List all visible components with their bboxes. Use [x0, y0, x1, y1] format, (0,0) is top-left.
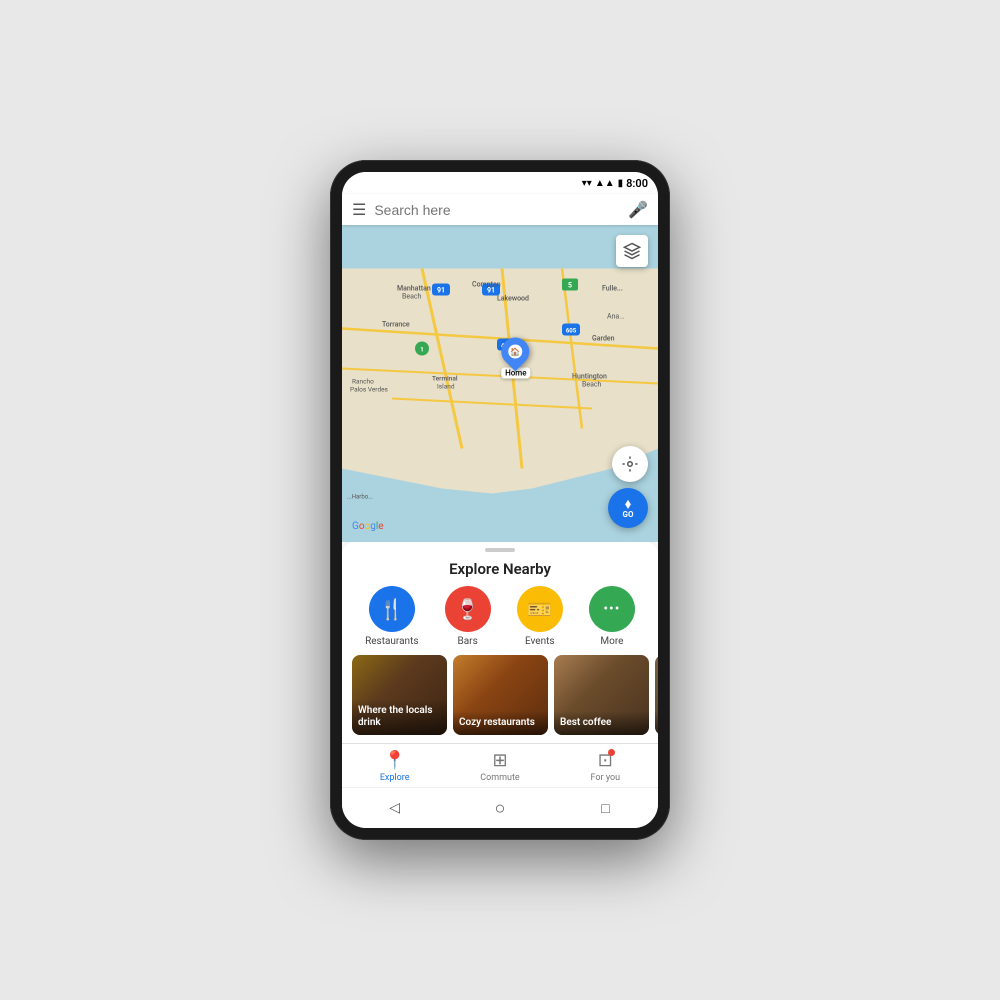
events-icon: 🎫 [517, 586, 563, 632]
svg-text:Compton: Compton [472, 281, 501, 289]
category-restaurants[interactable]: 🍴 Restaurants [365, 586, 418, 647]
card-label-coffee: Best coffee [560, 717, 643, 729]
svg-text:91: 91 [437, 287, 445, 295]
nav-commute[interactable]: ⊞ Commute [447, 750, 552, 783]
category-more[interactable]: ••• More [589, 586, 635, 647]
phone-device: ▾▾ ▲▲ ▮ 8:00 ☰ 🎤 [330, 160, 670, 840]
svg-text:Beach: Beach [582, 381, 602, 389]
bottom-nav: 📍 Explore ⊞ Commute ⊡ For you [342, 743, 658, 787]
svg-text:Ana...: Ana... [607, 313, 625, 321]
restaurants-label: Restaurants [365, 636, 418, 647]
hamburger-icon[interactable]: ☰ [352, 200, 366, 219]
commute-nav-icon: ⊞ [492, 750, 507, 771]
more-label: More [600, 636, 623, 647]
card-overlay-coffee: Best coffee [554, 711, 649, 735]
category-bars[interactable]: 🍷 Bars [445, 586, 491, 647]
go-button[interactable]: ⬧ GO [608, 488, 648, 528]
bars-label: Bars [458, 636, 478, 647]
svg-text:Garden: Garden [592, 335, 615, 343]
google-logo: Google [352, 521, 384, 532]
search-bar[interactable]: ☰ 🎤 [342, 194, 658, 225]
signal-icon: ▲▲ [595, 178, 615, 189]
svg-text:605: 605 [566, 328, 577, 335]
card-cozy-restaurants[interactable]: Cozy restaurants [453, 655, 548, 735]
explore-nearby-title: Explore Nearby [342, 556, 658, 586]
more-icon: ••• [589, 586, 635, 632]
svg-text:Rancho: Rancho [352, 378, 374, 386]
go-label: GO [623, 511, 634, 519]
home-pin: 🏠 Home [501, 338, 530, 379]
svg-text:Lakewood: Lakewood [497, 295, 529, 303]
card-best-coffee[interactable]: Best coffee [554, 655, 649, 735]
svg-text:1: 1 [420, 347, 423, 354]
my-location-button[interactable] [612, 446, 648, 482]
svg-text:Manhattan: Manhattan [397, 285, 431, 293]
recents-icon: □ [601, 800, 609, 817]
status-bar: ▾▾ ▲▲ ▮ 8:00 [342, 172, 658, 194]
back-button[interactable]: ◁ [381, 794, 409, 822]
status-time: 8:00 [626, 177, 648, 190]
svg-text:Island: Island [437, 383, 455, 391]
place-cards-row: Where the locals drink Cozy restaurants … [342, 655, 658, 743]
map-area[interactable]: 91 91 5 405 605 1 Manhattan Beach Compto… [342, 225, 658, 542]
bottom-panel: Explore Nearby 🍴 Restaurants 🍷 Bars 🎫 Ev… [342, 542, 658, 787]
for-you-nav-label: For you [591, 773, 621, 783]
home-icon: ○ [495, 798, 506, 819]
battery-icon: ▮ [618, 178, 624, 189]
restaurants-icon: 🍴 [369, 586, 415, 632]
nav-explore[interactable]: 📍 Explore [342, 750, 447, 783]
map-svg: 91 91 5 405 605 1 Manhattan Beach Compto… [342, 225, 658, 542]
for-you-badge-container: ⊡ [598, 750, 613, 771]
card-label-cozy: Cozy restaurants [459, 717, 542, 729]
mic-icon[interactable]: 🎤 [628, 200, 648, 219]
card-overlay: Where the locals drink [352, 699, 447, 735]
search-input[interactable] [374, 202, 620, 218]
events-label: Events [525, 636, 555, 647]
map-layers-button[interactable] [616, 235, 648, 267]
card-overlay-outdoor: Ou... [655, 711, 658, 735]
nav-for-you[interactable]: ⊡ For you [553, 750, 658, 783]
card-outdoor[interactable]: Ou... [655, 655, 658, 735]
bars-icon: 🍷 [445, 586, 491, 632]
card-overlay-cozy: Cozy restaurants [453, 711, 548, 735]
commute-nav-label: Commute [480, 773, 519, 783]
location-icon [621, 455, 639, 473]
svg-text:Palos Verdes: Palos Verdes [350, 386, 389, 394]
svg-text:5: 5 [568, 282, 572, 290]
recents-button[interactable]: □ [591, 794, 619, 822]
category-events[interactable]: 🎫 Events [517, 586, 563, 647]
drag-handle [485, 548, 515, 552]
svg-text:Fulle...: Fulle... [602, 285, 623, 293]
svg-text:Terminal: Terminal [432, 375, 458, 383]
back-icon: ◁ [389, 800, 400, 816]
layers-icon [623, 242, 641, 260]
wifi-icon: ▾▾ [582, 178, 592, 189]
home-pin-circle: 🏠 [495, 332, 535, 372]
card-locals-drink[interactable]: Where the locals drink [352, 655, 447, 735]
svg-text:Beach: Beach [402, 293, 422, 301]
svg-text:Torrance: Torrance [382, 321, 410, 329]
card-label-locals: Where the locals drink [358, 705, 441, 729]
svg-text:Huntington: Huntington [572, 373, 607, 381]
phone-screen: ▾▾ ▲▲ ▮ 8:00 ☰ 🎤 [342, 172, 658, 828]
home-button[interactable]: ○ [486, 794, 514, 822]
explore-nav-icon: 📍 [383, 750, 405, 771]
explore-nav-label: Explore [380, 773, 410, 783]
android-nav: ◁ ○ □ [342, 787, 658, 828]
svg-text:...Harbo...: ...Harbo... [347, 494, 373, 501]
go-arrow-icon: ⬧ [625, 497, 631, 511]
notification-badge [608, 749, 615, 756]
status-icons: ▾▾ ▲▲ ▮ 8:00 [582, 177, 648, 190]
category-row: 🍴 Restaurants 🍷 Bars 🎫 Events ••• More [342, 586, 658, 655]
